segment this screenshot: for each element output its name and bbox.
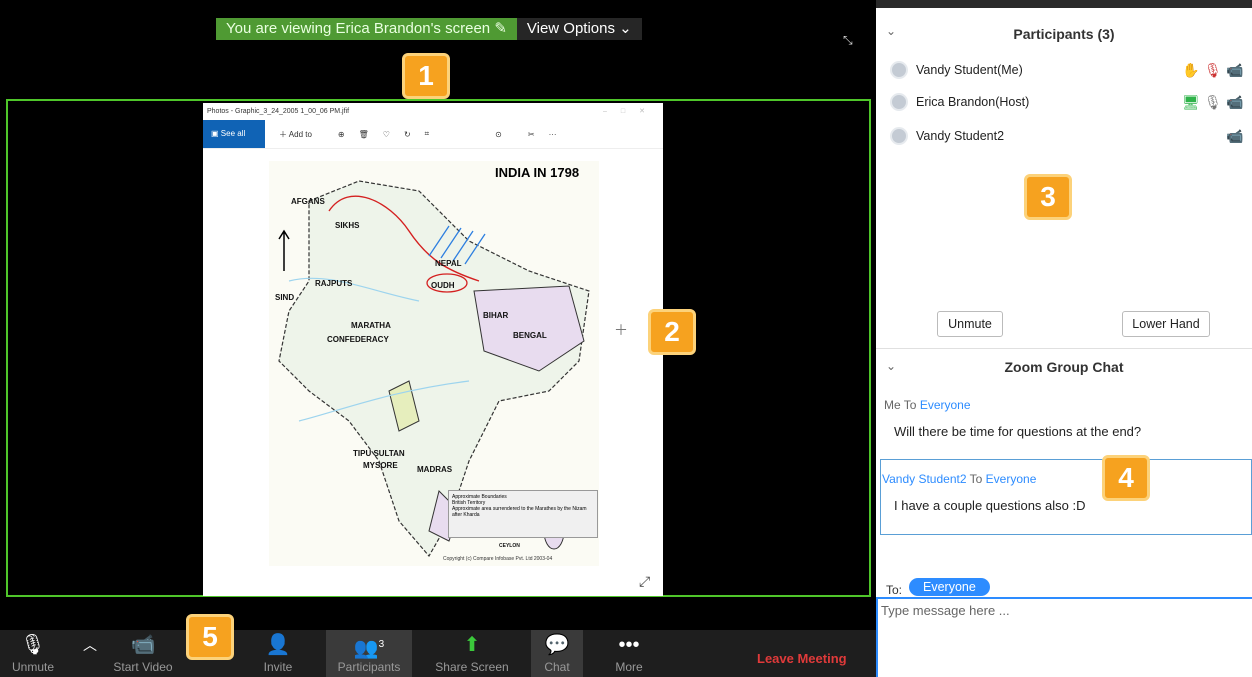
chat-button[interactable]: 💬 Chat (531, 630, 583, 677)
participants-title: Participants (3) (1013, 26, 1115, 42)
leave-meeting-button[interactable]: Leave Meeting (757, 651, 847, 666)
delete-icon[interactable]: 🗑 (359, 130, 369, 139)
annotation-badge-3: 3 (1024, 174, 1072, 220)
window-controls-icon: –□✕ (603, 108, 659, 115)
more-button[interactable]: ••• More (604, 630, 654, 677)
microphone-icon: 🎙 (1204, 93, 1222, 110)
audio-options-chevron[interactable]: ︿ (80, 630, 100, 677)
unmute-button[interactable]: Unmute (937, 311, 1003, 337)
chat-title: Zoom Group Chat (1004, 359, 1124, 375)
pencil-icon: ✎ (494, 20, 507, 37)
muted-microphone-icon: 🎙 (1204, 61, 1222, 78)
exit-fullscreen-icon[interactable]: ⤡ (843, 33, 853, 48)
add-to-button[interactable]: ＋ Add to (279, 129, 312, 140)
zoom-icon[interactable]: ⊕ (338, 130, 345, 139)
invite-button[interactable]: 👤 Invite (256, 630, 300, 677)
invite-icon: 👤 (265, 634, 291, 656)
map-title: INDIA IN 1798 (495, 165, 580, 180)
video-off-icon: 📹 (130, 634, 156, 656)
chat-message-meta: Me To Everyone (884, 398, 971, 412)
participant-row[interactable]: Vandy Student2 📹 (890, 124, 1250, 148)
lower-hand-button[interactable]: Lower Hand (1122, 311, 1210, 337)
annotation-badge-4: 4 (1102, 455, 1150, 501)
photos-toolbar: ▣ See all photos ＋ Add to ⊕ 🗑 ♡ ↻ ⌗ ⊙ ✂ … (203, 120, 663, 166)
photos-icon: ▣ (211, 129, 219, 138)
chevron-up-icon: ︿ (83, 637, 97, 653)
photos-window: Photos - Graphic_3_24_2005 1_00_06 PM.jf… (203, 103, 663, 596)
annotation-badge-2: 2 (648, 309, 696, 355)
crop-icon[interactable]: ⌗ (425, 129, 430, 139)
edit-icon[interactable]: ✂ (528, 130, 535, 139)
avatar (890, 93, 908, 111)
view-options-button[interactable]: View Options ⌄ (516, 18, 642, 40)
video-off-icon: 📹 (1226, 61, 1244, 78)
screen-share-bar: You are viewing Erica Brandon's screen ✎… (216, 18, 642, 40)
viewing-banner: You are viewing Erica Brandon's screen ✎ (216, 18, 517, 40)
share-screen-button[interactable]: ⬆ Share Screen (430, 630, 514, 677)
more-icon: ••• (618, 634, 640, 656)
chat-message-meta: Vandy Student2 To Everyone (882, 472, 1037, 486)
photos-title-bar: Photos - Graphic_3_24_2005 1_00_06 PM.jf… (203, 103, 663, 120)
annotation-badge-1: 1 (402, 53, 450, 99)
video-off-icon: 📹 (1226, 127, 1244, 144)
raised-hand-icon: ✋ (1182, 61, 1200, 78)
chat-to-label: To: (886, 583, 903, 597)
rotate-icon[interactable]: ↻ (404, 130, 411, 139)
more-options-icon[interactable]: ··· (549, 130, 557, 139)
meeting-toolbar: 🎙 Unmute ︿ 📹 Start Video 👤 Invite 👥3 Par… (0, 630, 876, 677)
video-off-icon: 📹 (1226, 93, 1244, 110)
side-panel: ⌄ Participants (3) Vandy Student(Me) ✋ 🎙… (876, 0, 1252, 677)
map-legend: Approximate Boundaries British Territory… (448, 490, 598, 538)
participants-button[interactable]: 👥3 Participants (326, 630, 412, 677)
side-panel-top-strip (876, 0, 1252, 8)
avatar (890, 127, 908, 145)
muted-microphone-icon: 🎙 (20, 634, 46, 656)
see-all-photos-button[interactable]: ▣ See all photos (203, 120, 265, 166)
map-copyright: Copyright (c) Compare Infobase Pvt. Ltd … (443, 556, 553, 562)
screen-sharing-icon: 🖥 (1182, 93, 1200, 110)
chat-message-text: Will there be time for questions at the … (894, 424, 1142, 439)
share-screen-icon: ⬆ (463, 634, 481, 656)
chat-message-input[interactable]: Type message here ... (876, 597, 1252, 677)
participants-panel: ⌄ Participants (3) Vandy Student(Me) ✋ 🎙… (876, 14, 1252, 349)
participant-row[interactable]: Vandy Student(Me) ✋ 🎙 📹 (890, 58, 1250, 82)
chat-message-highlight (880, 459, 1252, 535)
favorite-icon[interactable]: ♡ (383, 130, 390, 139)
participant-row[interactable]: Erica Brandon(Host) 🖥 🎙 📹 (890, 90, 1250, 114)
unmute-button[interactable]: 🎙 Unmute (8, 630, 58, 677)
participants-icon: 👥 (353, 637, 379, 660)
annotation-badge-5: 5 (186, 614, 234, 660)
share-icon[interactable]: ⊙ (495, 130, 502, 139)
start-video-button[interactable]: 📹 Start Video (108, 630, 178, 677)
avatar (890, 61, 908, 79)
chevron-down-icon: ⌄ (619, 20, 632, 37)
chat-message-text: I have a couple questions also :D (894, 498, 1086, 513)
plus-icon: ＋ (614, 322, 628, 338)
meeting-area: You are viewing Erica Brandon's screen ✎… (0, 0, 876, 677)
chat-recipient-dropdown[interactable]: Everyone (909, 578, 990, 596)
expand-icon[interactable]: ⤢ (639, 573, 650, 590)
chat-icon: 💬 (544, 634, 570, 656)
